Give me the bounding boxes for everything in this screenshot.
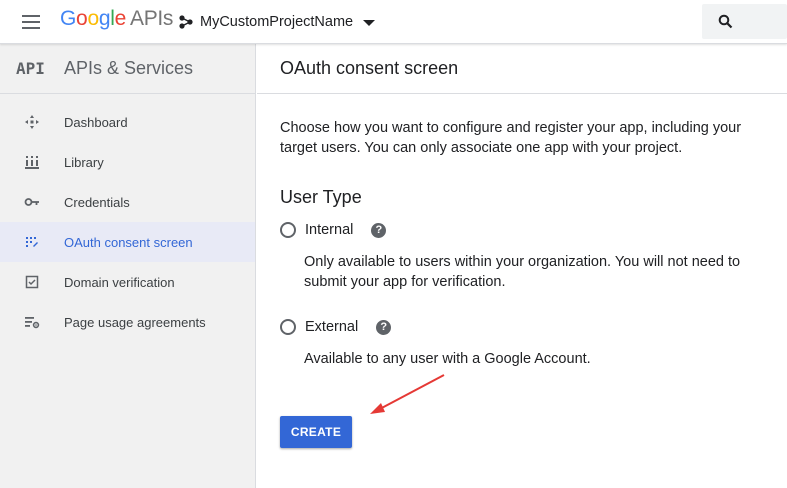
project-selector[interactable]: MyCustomProjectName: [178, 11, 376, 33]
sidebar-item-credentials[interactable]: Credentials: [0, 182, 255, 222]
external-description: Available to any user with a Google Acco…: [304, 351, 591, 367]
google-apis-logo[interactable]: Google APIs: [60, 7, 173, 31]
sidebar-item-page-usage-agreements[interactable]: Page usage agreements: [0, 302, 255, 342]
page-title: OAuth consent screen: [280, 58, 459, 78]
internal-option[interactable]: Internal ?: [280, 220, 387, 240]
external-option[interactable]: External ?: [280, 317, 392, 337]
internal-label[interactable]: Internal: [305, 222, 353, 238]
internal-radio[interactable]: [280, 222, 296, 238]
search-button[interactable]: [702, 4, 787, 39]
sidebar-item-dashboard[interactable]: Dashboard: [0, 102, 255, 142]
settings-list-icon: [24, 314, 40, 330]
annotation-arrow-icon: [370, 374, 445, 414]
caret-down-icon: [363, 20, 376, 26]
sidebar-title: APIs & Services: [64, 58, 194, 78]
library-icon: [24, 154, 40, 170]
user-type-heading: User Type: [280, 187, 362, 207]
external-label[interactable]: External: [305, 319, 358, 335]
search-icon: [718, 14, 733, 29]
project-nodes-icon: [179, 15, 193, 29]
checkbox-icon: [24, 274, 40, 290]
help-icon[interactable]: ?: [371, 222, 387, 238]
sidebar-item-library[interactable]: Library: [0, 142, 255, 182]
project-name: MyCustomProjectName: [200, 14, 354, 30]
sidebar-nav: Dashboard Library Credentials OAuth cons…: [0, 94, 255, 342]
hamburger-menu-icon[interactable]: [22, 14, 42, 30]
sidebar: API APIs & Services Dashboard Library Cr…: [0, 44, 256, 488]
main-header: OAuth consent screen: [257, 44, 787, 94]
main-content: OAuth consent screen Choose how you want…: [257, 44, 787, 488]
dashboard-icon: [24, 114, 40, 130]
internal-description: Only available to users within your orga…: [304, 254, 741, 290]
intro-text: Choose how you want to configure and reg…: [280, 120, 742, 156]
external-radio[interactable]: [280, 319, 296, 335]
key-icon: [24, 194, 40, 210]
help-icon[interactable]: ?: [376, 319, 392, 335]
sidebar-item-domain-verification[interactable]: Domain verification: [0, 262, 255, 302]
sidebar-header: API APIs & Services: [0, 44, 255, 94]
create-button[interactable]: CREATE: [280, 416, 352, 448]
consent-icon: [24, 234, 40, 250]
top-app-bar: Google APIs MyCustomProjectName: [0, 0, 787, 44]
sidebar-item-oauth-consent-screen[interactable]: OAuth consent screen: [0, 222, 255, 262]
api-badge: API: [16, 59, 45, 78]
